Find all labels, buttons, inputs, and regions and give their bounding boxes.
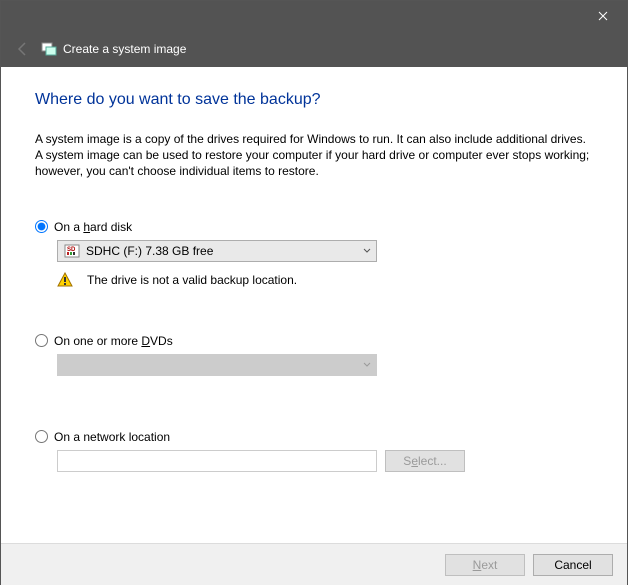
drive-dropdown[interactable]: SD SDHC (F:) 7.38 GB free: [57, 240, 377, 262]
next-button[interactable]: Next: [445, 554, 525, 576]
radio-network[interactable]: On a network location: [35, 430, 593, 444]
select-button[interactable]: Select...: [385, 450, 465, 472]
back-arrow-icon: [15, 41, 31, 57]
option-hard-disk: On a hard disk SD SDHC (F:) 7.38 GB free…: [35, 220, 593, 288]
warning-text: The drive is not a valid backup location…: [87, 273, 297, 287]
warning-icon: [57, 272, 73, 288]
option-dvd: On one or more DVDs: [35, 334, 593, 376]
titlebar: [1, 1, 627, 31]
footer-bar: Next Cancel: [1, 543, 627, 585]
close-icon: [598, 11, 608, 21]
close-button[interactable]: [581, 2, 625, 30]
warning-row: The drive is not a valid backup location…: [57, 272, 593, 288]
intro-text: A system image is a copy of the drives r…: [35, 131, 593, 180]
sdhc-icon: SD: [64, 244, 80, 258]
option-network: On a network location Select...: [35, 430, 593, 472]
page-title: Where do you want to save the backup?: [35, 91, 593, 109]
header-title: Create a system image: [63, 42, 186, 56]
back-button[interactable]: [13, 39, 33, 59]
chevron-down-icon: [358, 241, 376, 261]
system-image-icon: [41, 41, 57, 57]
radio-dvd[interactable]: On one or more DVDs: [35, 334, 593, 348]
radio-hard-disk-input[interactable]: [35, 220, 48, 233]
radio-network-input[interactable]: [35, 430, 48, 443]
content-area: Where do you want to save the backup? A …: [1, 67, 627, 472]
dvd-dropdown: [57, 354, 377, 376]
network-path-input[interactable]: [57, 450, 377, 472]
radio-hard-disk[interactable]: On a hard disk: [35, 220, 593, 234]
drive-selected-text: SDHC (F:) 7.38 GB free: [86, 244, 213, 258]
radio-dvd-input[interactable]: [35, 334, 48, 347]
chevron-down-icon: [358, 355, 376, 375]
cancel-button[interactable]: Cancel: [533, 554, 613, 576]
wizard-header: Create a system image: [1, 31, 627, 67]
